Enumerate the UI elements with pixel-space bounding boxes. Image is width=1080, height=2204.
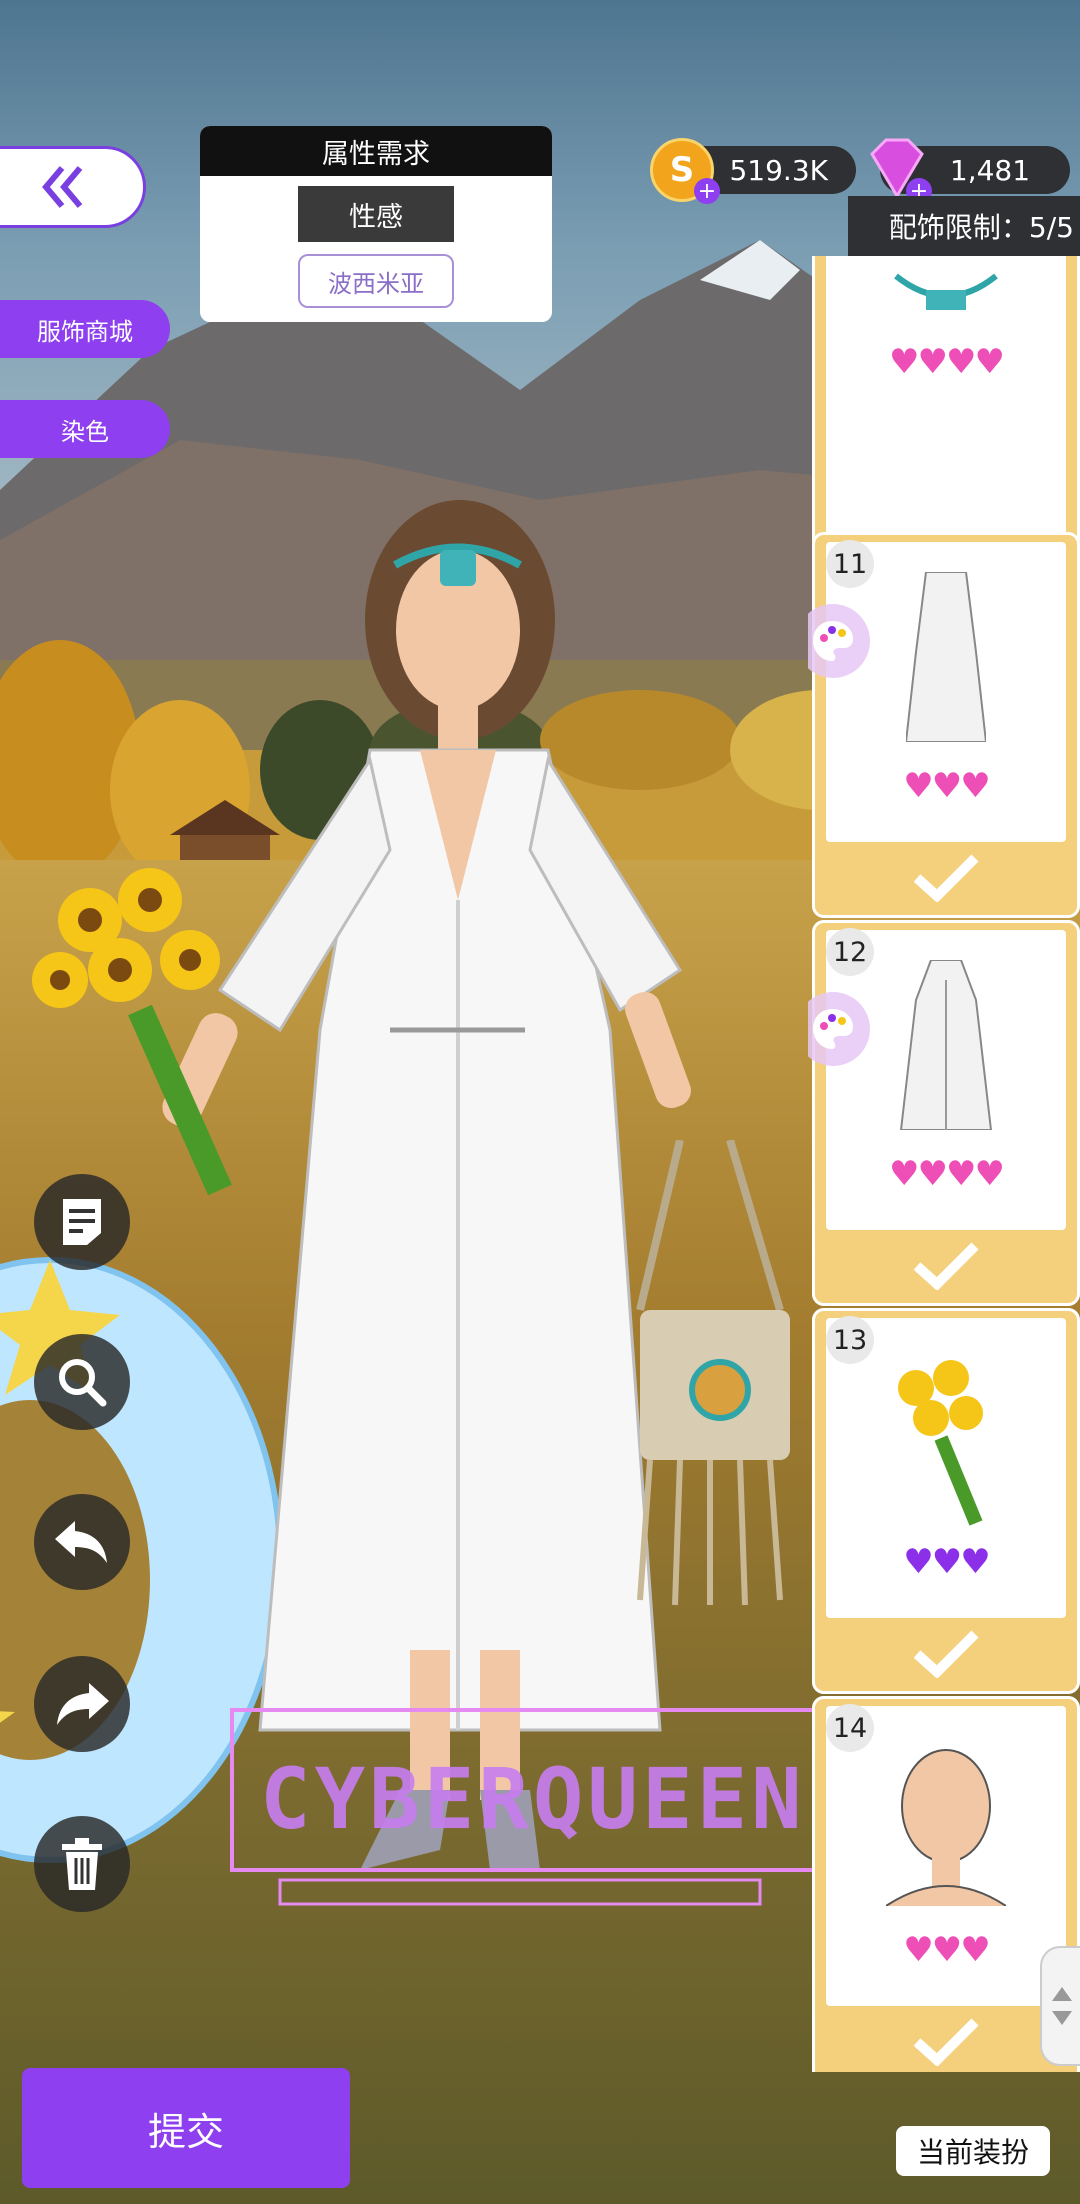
requirement-tag: 性感	[298, 186, 454, 242]
add-coin-icon[interactable]: +	[694, 178, 720, 204]
submit-label: 提交	[147, 2109, 224, 2154]
coin-amount: 519.3K	[729, 153, 828, 187]
item-number: 13	[826, 1316, 874, 1364]
trash-icon	[62, 1838, 102, 1890]
redo-button[interactable]	[34, 1656, 130, 1752]
chevron-up-icon	[1052, 1987, 1072, 2001]
requirement-style: 波西米亚	[298, 254, 454, 308]
item-checkmark	[812, 1230, 1080, 1300]
undo-button[interactable]	[34, 1494, 130, 1590]
item-card[interactable]: 13 ♥♥♥	[812, 1308, 1080, 1694]
item-card[interactable]: 12 ♥♥♥♥	[808, 920, 1080, 1306]
gem-amount: 1,481	[949, 153, 1031, 187]
palette-icon	[813, 621, 853, 661]
item-number: 14	[826, 1704, 874, 1752]
submit-button[interactable]: 提交	[22, 2068, 350, 2188]
dye-button[interactable]: 染色	[0, 400, 170, 458]
chevron-down-icon	[1052, 2011, 1072, 2025]
checkmark-icon	[913, 1630, 979, 1678]
item-list[interactable]: ♥♥♥♥ 11 ♥♥♥ 12 ♥♥♥♥ 13 ♥♥♥ 14 ♥♥♥	[808, 256, 1080, 2072]
item-robe-thumbnail	[899, 960, 993, 1130]
item-rating-hearts: ♥♥♥	[903, 766, 990, 806]
current-outfit-label: 当前装扮	[916, 2136, 1029, 2169]
item-rating-hearts: ♥♥♥♥	[889, 1154, 1005, 1194]
fringe-bag	[636, 1140, 790, 1606]
delete-button[interactable]	[34, 1816, 130, 1912]
requirement-header: 属性需求	[200, 126, 552, 176]
watermark-text: CYBERQUEEN	[260, 1750, 806, 1848]
item-head-thumbnail	[886, 1749, 1006, 1906]
item-gown-thumbnail	[906, 572, 986, 742]
accessory-limit: 配饰限制：5/5	[848, 196, 1080, 256]
notes-icon	[63, 1199, 101, 1245]
back-button[interactable]	[0, 146, 146, 228]
item-number: 12	[826, 928, 874, 976]
item-rating-hearts: ♥♥♥♥	[889, 342, 1005, 382]
chevrons-left-icon	[42, 166, 83, 208]
item-rating-hearts: ♥♥♥	[903, 1930, 990, 1970]
dye-label: 染色	[61, 417, 109, 446]
accessory-limit-text: 配饰限制：5/5	[888, 211, 1074, 244]
attribute-requirement-panel: 属性需求 性感 波西米亚	[200, 126, 552, 322]
item-rating-hearts: ♥♥♥	[903, 1542, 990, 1582]
checkmark-icon	[913, 854, 979, 902]
zoom-button[interactable]	[34, 1334, 130, 1430]
item-number: 11	[826, 540, 874, 588]
item-checkmark	[812, 842, 1080, 912]
palette-icon	[813, 1009, 853, 1049]
sunflower-bouquet	[32, 868, 232, 1196]
item-checkmark	[812, 1618, 1080, 1688]
item-card[interactable]: 11 ♥♥♥	[808, 532, 1080, 918]
list-scroll-handle[interactable]	[1040, 1946, 1080, 2066]
item-bouquet-thumbnail	[898, 1360, 983, 1526]
cyberqueen-watermark: CYBERQUEEN	[230, 1690, 820, 1920]
checkmark-icon	[913, 1242, 979, 1290]
checkmark-icon	[913, 2018, 979, 2066]
search-icon	[59, 1359, 107, 1407]
outfit-shop-label: 服饰商城	[37, 317, 133, 346]
current-outfit-button[interactable]: 当前装扮	[896, 2126, 1050, 2176]
redo-icon	[57, 1683, 109, 1725]
outfit-shop-button[interactable]: 服饰商城	[0, 300, 170, 358]
notes-button[interactable]	[34, 1174, 130, 1270]
item-necklace-thumbnail	[894, 273, 998, 310]
undo-icon	[55, 1521, 107, 1563]
